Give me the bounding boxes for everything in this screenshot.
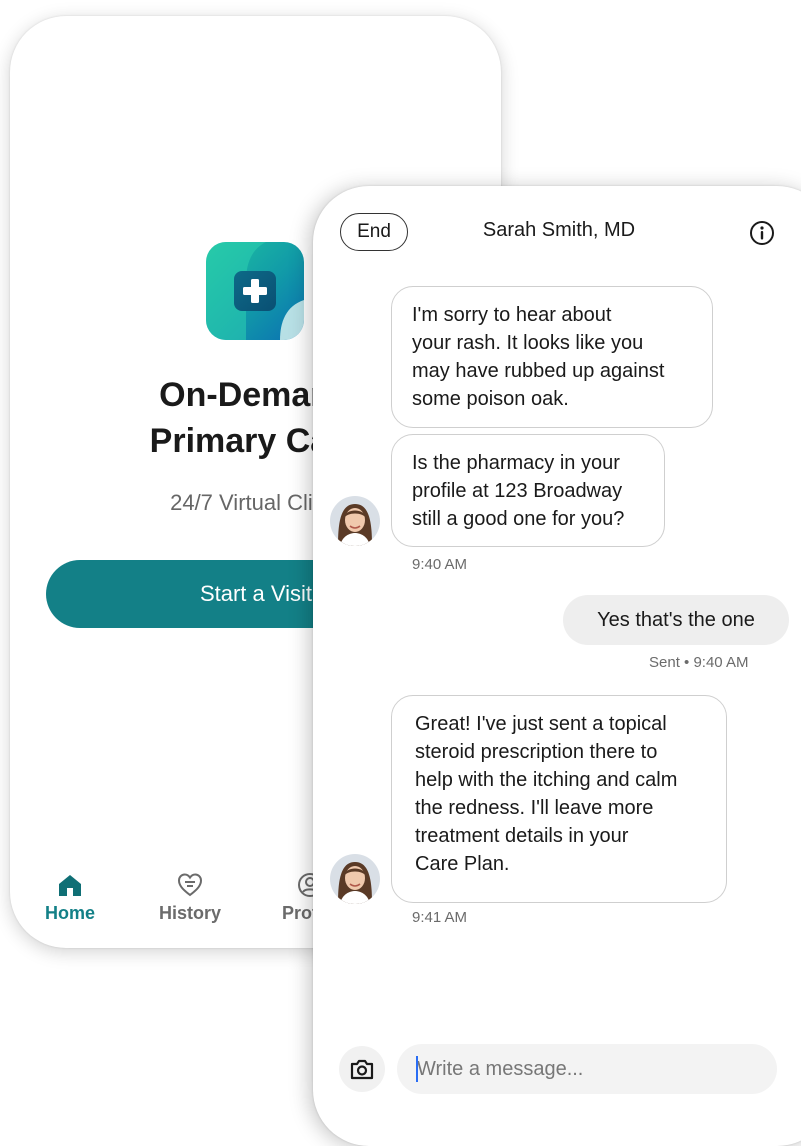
text-caret bbox=[416, 1056, 418, 1082]
doctor-avatar[interactable] bbox=[330, 854, 380, 904]
nav-history[interactable]: History bbox=[130, 871, 250, 924]
user-message-bubble: Yes that's the one bbox=[563, 595, 789, 645]
message-text: the redness. I'll leave more bbox=[415, 797, 654, 819]
message-text: some poison oak. bbox=[412, 388, 569, 410]
nav-history-label: History bbox=[158, 903, 221, 923]
info-icon[interactable] bbox=[749, 220, 775, 246]
camera-button[interactable] bbox=[339, 1046, 385, 1092]
doctor-avatar[interactable] bbox=[330, 496, 380, 546]
message-text: Care Plan. bbox=[415, 853, 510, 875]
message-text: your rash. It looks like you bbox=[412, 332, 644, 354]
message-sent-status: Sent • 9:40 AM bbox=[649, 654, 749, 671]
camera-icon bbox=[350, 1059, 374, 1080]
chat-title: Sarah Smith, MD bbox=[482, 219, 636, 241]
nav-home[interactable]: Home bbox=[10, 871, 130, 924]
message-text: Is the pharmacy in your bbox=[412, 452, 620, 474]
message-text: steroid prescription there to bbox=[415, 741, 658, 763]
app-logo-icon bbox=[206, 242, 304, 340]
message-timestamp: 9:41 AM bbox=[412, 909, 468, 926]
heart-list-icon bbox=[177, 873, 203, 897]
doctor-message-bubble: Great! I've just sent a topical steroid … bbox=[391, 695, 727, 903]
chat-header: End Sarah Smith, MD bbox=[313, 186, 801, 276]
message-text: treatment details in your bbox=[415, 825, 629, 847]
message-text: profile at 123 Broadway bbox=[412, 480, 623, 502]
doctor-message-bubble: I'm sorry to hear about your rash. It lo… bbox=[391, 286, 713, 428]
chat-screen: End Sarah Smith, MD I'm sorry to hear ab… bbox=[313, 186, 801, 1146]
message-timestamp: 9:40 AM bbox=[412, 556, 468, 573]
end-visit-button[interactable]: End bbox=[340, 213, 408, 251]
doctor-message-bubble: Is the pharmacy in your profile at 123 B… bbox=[391, 434, 665, 547]
message-text: still a good one for you? bbox=[412, 508, 625, 530]
home-icon bbox=[59, 875, 81, 896]
message-text: I'm sorry to hear about bbox=[412, 304, 612, 326]
nav-home-label: Home bbox=[44, 903, 95, 923]
message-text: Great! I've just sent a topical bbox=[415, 713, 667, 735]
message-text: may have rubbed up against bbox=[412, 360, 665, 382]
message-input[interactable] bbox=[397, 1044, 777, 1094]
message-text: help with the itching and calm bbox=[415, 769, 678, 791]
